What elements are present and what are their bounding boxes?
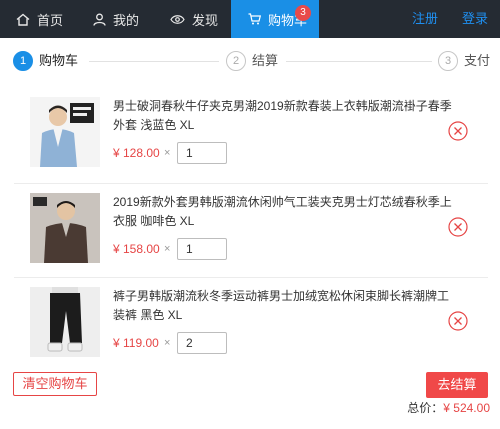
total-label: 总价： — [407, 401, 444, 415]
step-3-number: 3 — [438, 51, 458, 71]
product-image-corduroy-jacket[interactable] — [30, 193, 100, 263]
cart-icon — [248, 13, 261, 25]
remove-item-icon[interactable] — [448, 217, 468, 237]
register-link[interactable]: 注册 — [412, 0, 438, 38]
step-divider — [89, 61, 219, 62]
quantity-input[interactable] — [177, 238, 227, 260]
nav-mine-label: 我的 — [113, 12, 140, 28]
home-icon — [16, 13, 30, 26]
nav-home[interactable]: 首页 — [16, 0, 63, 38]
step-2-number: 2 — [226, 51, 246, 71]
cart-item: 2019新款外套男韩版潮流休闲帅气工装夹克男士灯芯绒春秋季上衣服 咖啡色 XL … — [14, 183, 488, 277]
cart-item: 男士破洞春秋牛仔夹克男潮2019新款春装上衣韩版潮流褂子春季外套 浅蓝色 XL … — [14, 87, 488, 181]
product-title[interactable]: 裤子男韩版潮流秋冬季运动裤男士加绒宽松休闲束脚长裤潮牌工装裤 黑色 XL — [113, 287, 453, 325]
nav-discover-label: 发现 — [192, 12, 219, 28]
step-divider — [286, 61, 432, 62]
user-icon — [93, 13, 106, 26]
quantity-input[interactable] — [177, 332, 227, 354]
step-1-label: 购物车 — [39, 53, 79, 68]
cart-item: 裤子男韩版潮流秋冬季运动裤男士加绒宽松休闲束脚长裤潮牌工装裤 黑色 XL ¥ 1… — [14, 277, 488, 371]
total-value: ¥ 524.00 — [443, 401, 490, 415]
checkout-button[interactable]: 去结算 — [426, 372, 488, 398]
product-price: ¥ 119.00 — [113, 336, 159, 350]
product-image-jogger-pants[interactable] — [30, 287, 100, 357]
total-price: 总价：¥ 524.00 — [380, 400, 490, 416]
step-1-number: 1 — [13, 51, 33, 71]
eye-icon — [170, 14, 185, 24]
multiply-sign: × — [164, 337, 171, 349]
nav-discover[interactable]: 发现 — [170, 0, 218, 38]
multiply-sign: × — [164, 147, 171, 159]
nav-mine[interactable]: 我的 — [93, 0, 139, 38]
product-image-denim-jacket[interactable] — [30, 97, 100, 167]
product-price: ¥ 158.00 — [113, 242, 160, 256]
cart-count-badge: 3 — [295, 5, 311, 21]
clear-cart-button[interactable]: 清空购物车 — [13, 372, 97, 396]
checkout-steps: 1 购物车 2 结算 3 支付 — [0, 48, 500, 74]
product-title[interactable]: 男士破洞春秋牛仔夹克男潮2019新款春装上衣韩版潮流褂子春季外套 浅蓝色 XL — [113, 97, 453, 135]
top-nav: 首页 我的 发现 购物车 3 注册 登录 — [0, 0, 500, 38]
product-title[interactable]: 2019新款外套男韩版潮流休闲帅气工装夹克男士灯芯绒春秋季上衣服 咖啡色 XL — [113, 193, 453, 231]
nav-home-label: 首页 — [37, 12, 64, 28]
nav-cart[interactable]: 购物车 3 — [231, 0, 319, 38]
step-3-label: 支付 — [464, 53, 491, 68]
quantity-input[interactable] — [177, 142, 227, 164]
multiply-sign: × — [164, 243, 171, 255]
remove-item-icon[interactable] — [448, 121, 468, 141]
login-link[interactable]: 登录 — [462, 0, 488, 38]
remove-item-icon[interactable] — [448, 311, 468, 331]
step-2-label: 结算 — [252, 53, 279, 68]
product-price: ¥ 128.00 — [113, 146, 160, 160]
